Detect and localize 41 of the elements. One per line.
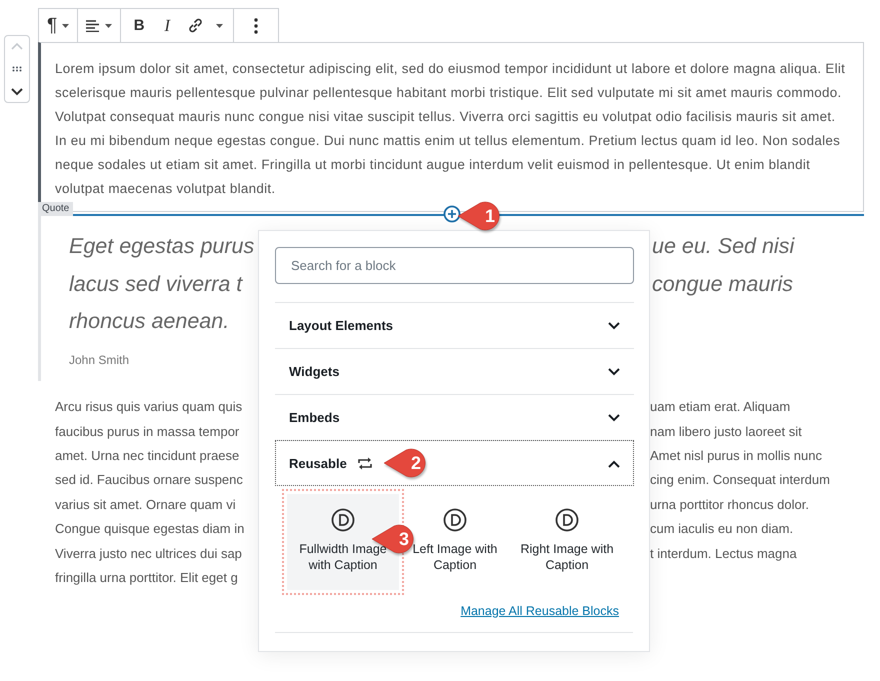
paragraph-text: uam etiam erat. Aliquam (650, 399, 790, 414)
paragraph-button[interactable]: ¶ (43, 10, 74, 40)
bold-button[interactable]: B (125, 10, 154, 40)
block-icon (555, 508, 579, 532)
block-icon (331, 508, 355, 532)
paragraph-text: Arcu risus quis varius quam quis (55, 399, 242, 414)
paragraph-text: Congue quisque egestas diam in (55, 521, 244, 536)
paragraph-text: faucibus purus in massa tempor (55, 424, 240, 439)
reusable-icon (356, 457, 373, 470)
paragraph-text: sed id. Faucibus ornare suspenc (55, 472, 243, 488)
move-down-button[interactable] (9, 86, 25, 98)
italic-button[interactable]: I (153, 10, 182, 40)
search-field[interactable]: Search for a block (275, 247, 634, 284)
paragraph-text: fringilla urna porttitor. Elit eget g (55, 570, 238, 585)
block-icon (443, 508, 467, 532)
quote-text: congue mauris (652, 272, 794, 297)
manage-reusable-blocks-link[interactable]: Manage All Reusable Blocks (460, 604, 619, 618)
paragraph-text: amet. Urna nec tincidunt praese (55, 448, 240, 463)
link-icon (186, 17, 204, 34)
quote-text: rhoncus aenean. (69, 309, 230, 334)
reusable-block-item[interactable]: Fullwidth Image with Caption (287, 494, 399, 590)
quote-citation: John Smith (69, 352, 130, 366)
add-block-icon[interactable] (443, 205, 461, 223)
paragraph-text: t interdum. Lectus magna (650, 546, 797, 561)
paragraph-text: nam libero justo laoreet sit (650, 424, 802, 439)
reusable-block-item[interactable]: Right Image with Caption (511, 494, 623, 590)
paragraph-text: urna porttitor rhoncus dolor. (650, 496, 809, 512)
align-left-icon (86, 20, 100, 32)
paragraph-text: cum iaculis eu non diam. (650, 521, 794, 536)
paragraph-text: Lorem ipsum dolor sit amet, consectetur adipiscing elit, sed do eiusmod tempor incididunt ut labore et dolore magna aliqua. Elit scelerisque mauris pellentesque pulvinar pellentesque habitant morbi tristique. Elit sed vulputate mi sit amet mauris commodo. Volutpat consequat mauris nunc congue nisi vitae suscipit tellus. Viverra orci sagittis eu volutpat odio facilisis mauris sit amet. In eu mi bibendum neque egestas congue. Dui nunc mattis enim ut tellus elementum. Pretium lectus quam id leo. Non sodales neque sodales ut etiam sit amet. Fringilla ut morbi tincidunt augue interdum velit euismod in pellentesque. Ut enim blandit volutpat maecenas volutpat blandit. (55, 60, 846, 198)
quote-text: Eget egestas purus (69, 234, 254, 260)
paragraph-text: varius sit amet. Ornare quam vi (55, 496, 236, 512)
quote-text: lacus sed viverra t (69, 272, 242, 297)
block-type-label: Quote (38, 202, 74, 216)
more-options-icon (254, 18, 258, 34)
quote-text: ue eu. Sed nisi (652, 234, 794, 260)
paragraph-text: cing enim. Consequat interdum (650, 472, 830, 488)
drag-handle-icon[interactable] (12, 66, 22, 72)
paragraph-text: Amet nisl purus in mollis nunc (650, 448, 822, 463)
caret-icon (216, 24, 223, 28)
paragraph-text: Viverra justo nec ultrices dui sap (55, 546, 242, 561)
